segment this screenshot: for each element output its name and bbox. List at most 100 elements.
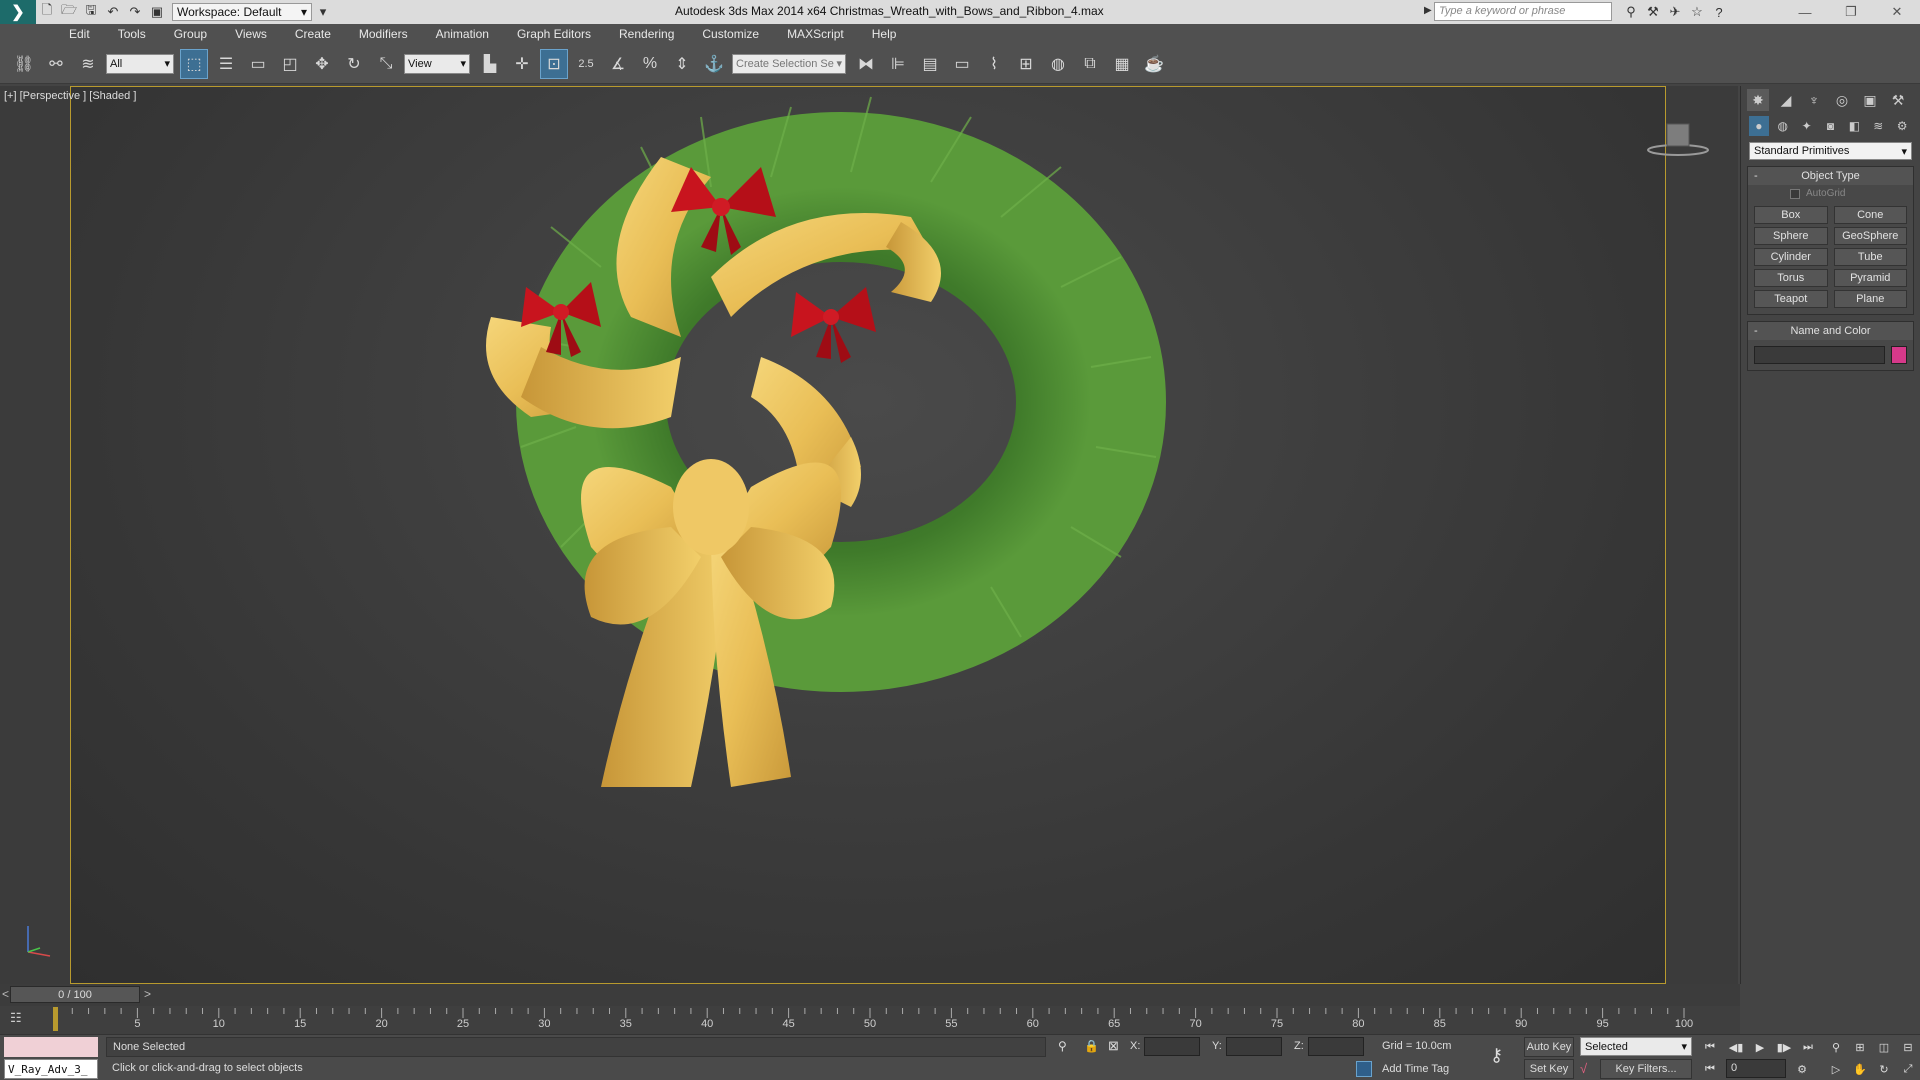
- object-name-field[interactable]: [1754, 346, 1885, 364]
- help-icon[interactable]: ?: [1708, 2, 1730, 22]
- plane-button[interactable]: Plane: [1833, 290, 1907, 308]
- search-expand-icon[interactable]: ▶: [1424, 5, 1432, 16]
- render-setup-icon[interactable]: ⧉: [1076, 49, 1104, 79]
- object-type-header[interactable]: - Object Type: [1748, 167, 1913, 185]
- project-folder-icon[interactable]: ▣: [146, 2, 168, 22]
- cylinder-button[interactable]: Cylinder: [1754, 248, 1828, 266]
- select-manipulate-icon[interactable]: ✛: [508, 49, 536, 79]
- current-frame-field[interactable]: 0: [1726, 1059, 1786, 1078]
- hierarchy-tab-icon[interactable]: ♆: [1803, 89, 1825, 111]
- menu-modifiers[interactable]: Modifiers: [345, 24, 422, 44]
- search-input[interactable]: Type a keyword or phrase: [1434, 2, 1612, 21]
- autogrid-option[interactable]: AutoGrid: [1748, 185, 1913, 202]
- previous-frame-arrow-icon[interactable]: <: [2, 987, 9, 1001]
- play-icon[interactable]: ▶: [1750, 1037, 1770, 1057]
- link-icon[interactable]: ⛓: [10, 49, 38, 79]
- close-button[interactable]: ✕: [1874, 0, 1920, 24]
- graphite-ribbon-icon[interactable]: ▭: [948, 49, 976, 79]
- subscription-center-icon[interactable]: ⚒: [1642, 2, 1664, 22]
- time-configuration-icon[interactable]: ⚙: [1792, 1059, 1812, 1079]
- menu-graph-editors[interactable]: Graph Editors: [503, 24, 605, 44]
- zoom-all-icon[interactable]: ⊞: [1850, 1037, 1870, 1057]
- orbit-icon[interactable]: ↻: [1874, 1059, 1894, 1079]
- shapes-icon[interactable]: ◍: [1773, 116, 1793, 136]
- angle-snap-icon[interactable]: ∡: [604, 49, 632, 79]
- key-tangent-icon[interactable]: √: [1580, 1061, 1587, 1076]
- tube-button[interactable]: Tube: [1833, 248, 1907, 266]
- rectangular-selection-icon[interactable]: ▭: [244, 49, 272, 79]
- modify-tab-icon[interactable]: ◢: [1775, 89, 1797, 111]
- viewcube[interactable]: [1643, 120, 1713, 163]
- menu-views[interactable]: Views: [221, 24, 281, 44]
- pan-view-icon[interactable]: ✋: [1850, 1059, 1870, 1079]
- next-frame-arrow-icon[interactable]: >: [144, 987, 151, 1001]
- menu-create[interactable]: Create: [281, 24, 345, 44]
- selection-filter-dropdown[interactable]: All ▾: [106, 53, 174, 74]
- cone-button[interactable]: Cone: [1833, 206, 1907, 224]
- select-by-name-icon[interactable]: ☰: [212, 49, 240, 79]
- menu-group[interactable]: Group: [160, 24, 221, 44]
- y-coordinate-field[interactable]: [1226, 1037, 1282, 1056]
- time-slider-thumb[interactable]: 0 / 100: [10, 986, 140, 1003]
- redo-icon[interactable]: ↷: [124, 2, 146, 22]
- selection-lock-icon[interactable]: 🔒: [1084, 1039, 1099, 1053]
- cameras-icon[interactable]: ◙: [1821, 116, 1841, 136]
- perspective-viewport[interactable]: [70, 86, 1666, 984]
- reference-coordinate-dropdown[interactable]: View ▾: [404, 53, 470, 74]
- menu-help[interactable]: Help: [858, 24, 911, 44]
- add-time-tag[interactable]: Add Time Tag: [1382, 1063, 1449, 1075]
- schematic-view-icon[interactable]: ⊞: [1012, 49, 1040, 79]
- field-of-view-icon[interactable]: ▷: [1826, 1059, 1846, 1079]
- menu-tools[interactable]: Tools: [104, 24, 160, 44]
- z-coordinate-field[interactable]: [1308, 1037, 1364, 1056]
- space-warps-icon[interactable]: ≋: [1868, 116, 1888, 136]
- named-selection-set-dropdown[interactable]: Create Selection Se ▾: [732, 53, 846, 74]
- pivot-center-icon[interactable]: ▙: [476, 49, 504, 79]
- app-logo-icon[interactable]: ❯: [0, 0, 36, 24]
- zoom-extents-icon[interactable]: ◫: [1874, 1037, 1894, 1057]
- set-key-button[interactable]: Set Key: [1524, 1059, 1574, 1079]
- binoculars-icon[interactable]: ⚲: [1620, 2, 1642, 22]
- percent-snap-icon[interactable]: %: [636, 49, 664, 79]
- material-editor-icon[interactable]: ◍: [1044, 49, 1072, 79]
- quick-access-menu-icon[interactable]: ▾: [312, 2, 334, 22]
- geosphere-button[interactable]: GeoSphere: [1833, 227, 1907, 245]
- edit-named-selection-icon[interactable]: ⚓: [700, 49, 728, 79]
- layer-manager-icon[interactable]: ▤: [916, 49, 944, 79]
- absolute-mode-transform-icon[interactable]: ⊠: [1108, 1038, 1119, 1054]
- spinner-snap-icon[interactable]: ⇕: [668, 49, 696, 79]
- lights-icon[interactable]: ✦: [1797, 116, 1817, 136]
- maximize-viewport-icon[interactable]: ⤢: [1898, 1059, 1918, 1079]
- display-tab-icon[interactable]: ▣: [1859, 89, 1881, 111]
- menu-rendering[interactable]: Rendering: [605, 24, 688, 44]
- sphere-button[interactable]: Sphere: [1754, 227, 1828, 245]
- create-tab-icon[interactable]: ✸: [1747, 89, 1769, 111]
- zoom-extents-all-icon[interactable]: ⊟: [1898, 1037, 1918, 1057]
- maxscript-listener-output[interactable]: [4, 1037, 98, 1057]
- menu-edit[interactable]: Edit: [55, 24, 104, 44]
- motion-tab-icon[interactable]: ◎: [1831, 89, 1853, 111]
- undo-icon[interactable]: ↶: [102, 2, 124, 22]
- communication-center-icon[interactable]: ✈: [1664, 2, 1686, 22]
- new-file-icon[interactable]: 🗋: [36, 2, 58, 22]
- keyboard-shortcut-override-icon[interactable]: ⊡: [540, 48, 568, 79]
- render-production-icon[interactable]: ☕: [1140, 49, 1168, 79]
- geometry-icon[interactable]: ●: [1749, 116, 1769, 136]
- minimize-button[interactable]: —: [1782, 0, 1828, 24]
- utilities-tab-icon[interactable]: ⚒: [1887, 89, 1909, 111]
- set-key-key-icon[interactable]: ⚷: [1490, 1045, 1503, 1066]
- wreath-model[interactable]: [71, 87, 1666, 984]
- viewport-label[interactable]: [+] [Perspective ] [Shaded ]: [4, 90, 136, 102]
- box-button[interactable]: Box: [1754, 206, 1828, 224]
- menu-maxscript[interactable]: MAXScript: [773, 24, 858, 44]
- isolate-selection-icon[interactable]: ⚲: [1058, 1039, 1067, 1053]
- name-and-color-header[interactable]: - Name and Color: [1748, 322, 1913, 340]
- zoom-icon[interactable]: ⚲: [1826, 1037, 1846, 1057]
- object-category-dropdown[interactable]: Standard Primitives ▾: [1749, 142, 1912, 160]
- key-mode-toggle-icon[interactable]: ⏮: [1700, 1059, 1720, 1079]
- rendered-frame-window-icon[interactable]: ▦: [1108, 49, 1136, 79]
- torus-button[interactable]: Torus: [1754, 269, 1828, 287]
- go-to-end-icon[interactable]: ⏭: [1798, 1037, 1818, 1057]
- scale-icon[interactable]: ⤡: [372, 49, 400, 79]
- bind-space-warp-icon[interactable]: ≋: [74, 49, 102, 79]
